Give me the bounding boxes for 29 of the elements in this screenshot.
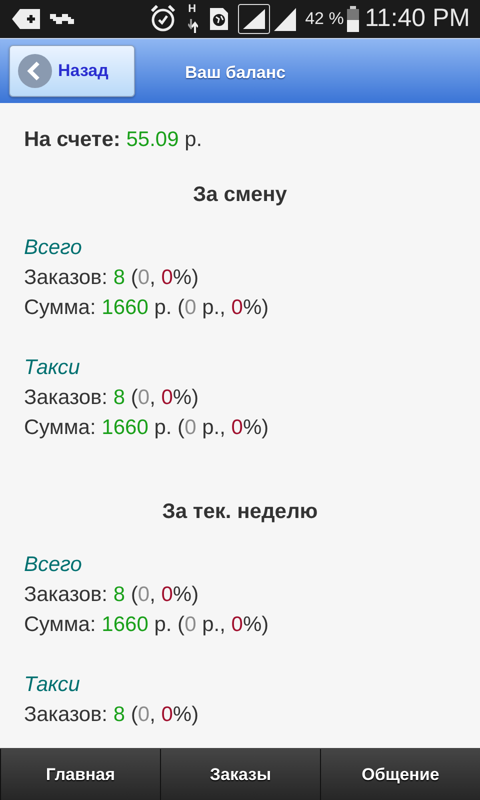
battery-icon (346, 6, 359, 32)
back-button[interactable]: Назад (9, 45, 135, 97)
stat-text: Сумма: 1660 р. (0 р., 0%) (24, 296, 269, 319)
section-heading: За смену (193, 182, 287, 208)
alarm-icon (150, 5, 176, 33)
network-type-text: H (188, 4, 196, 15)
group-heading: Всего (24, 553, 82, 576)
signal-icon (238, 4, 270, 34)
stat-text: Сумма: 1660 р. (0 р., 0%) (24, 613, 269, 636)
back-icon (18, 54, 52, 88)
group-heading: Такси (24, 356, 80, 379)
page-title: Ваш баланс (185, 62, 286, 84)
signal-icon (273, 7, 298, 31)
group-heading: Такси (24, 673, 80, 696)
clock-time: 11:40 PM (364, 3, 470, 34)
stat-text: Заказов: 8 (0, 0%) (24, 266, 199, 289)
data-arrows-icon (188, 19, 198, 33)
balance-text: На счете: 55.09 р. (24, 127, 204, 153)
tab-button[interactable]: Заказы (160, 749, 320, 800)
tab-button[interactable]: Главная (0, 749, 160, 800)
group-heading: Всего (24, 236, 82, 259)
tab-button[interactable]: Общение (320, 749, 480, 800)
notification-plus-icon (12, 9, 40, 29)
stat-text: Заказов: 8 (0, 0%) (24, 703, 199, 726)
section-heading: За тек. неделю (162, 499, 318, 525)
stat-text: Заказов: 8 (0, 0%) (24, 386, 199, 409)
battery-percent-text: 42 % (305, 8, 344, 30)
stat-text: Сумма: 1660 р. (0 р., 0%) (24, 416, 269, 439)
stat-text: Заказов: 8 (0, 0%) (24, 583, 199, 606)
